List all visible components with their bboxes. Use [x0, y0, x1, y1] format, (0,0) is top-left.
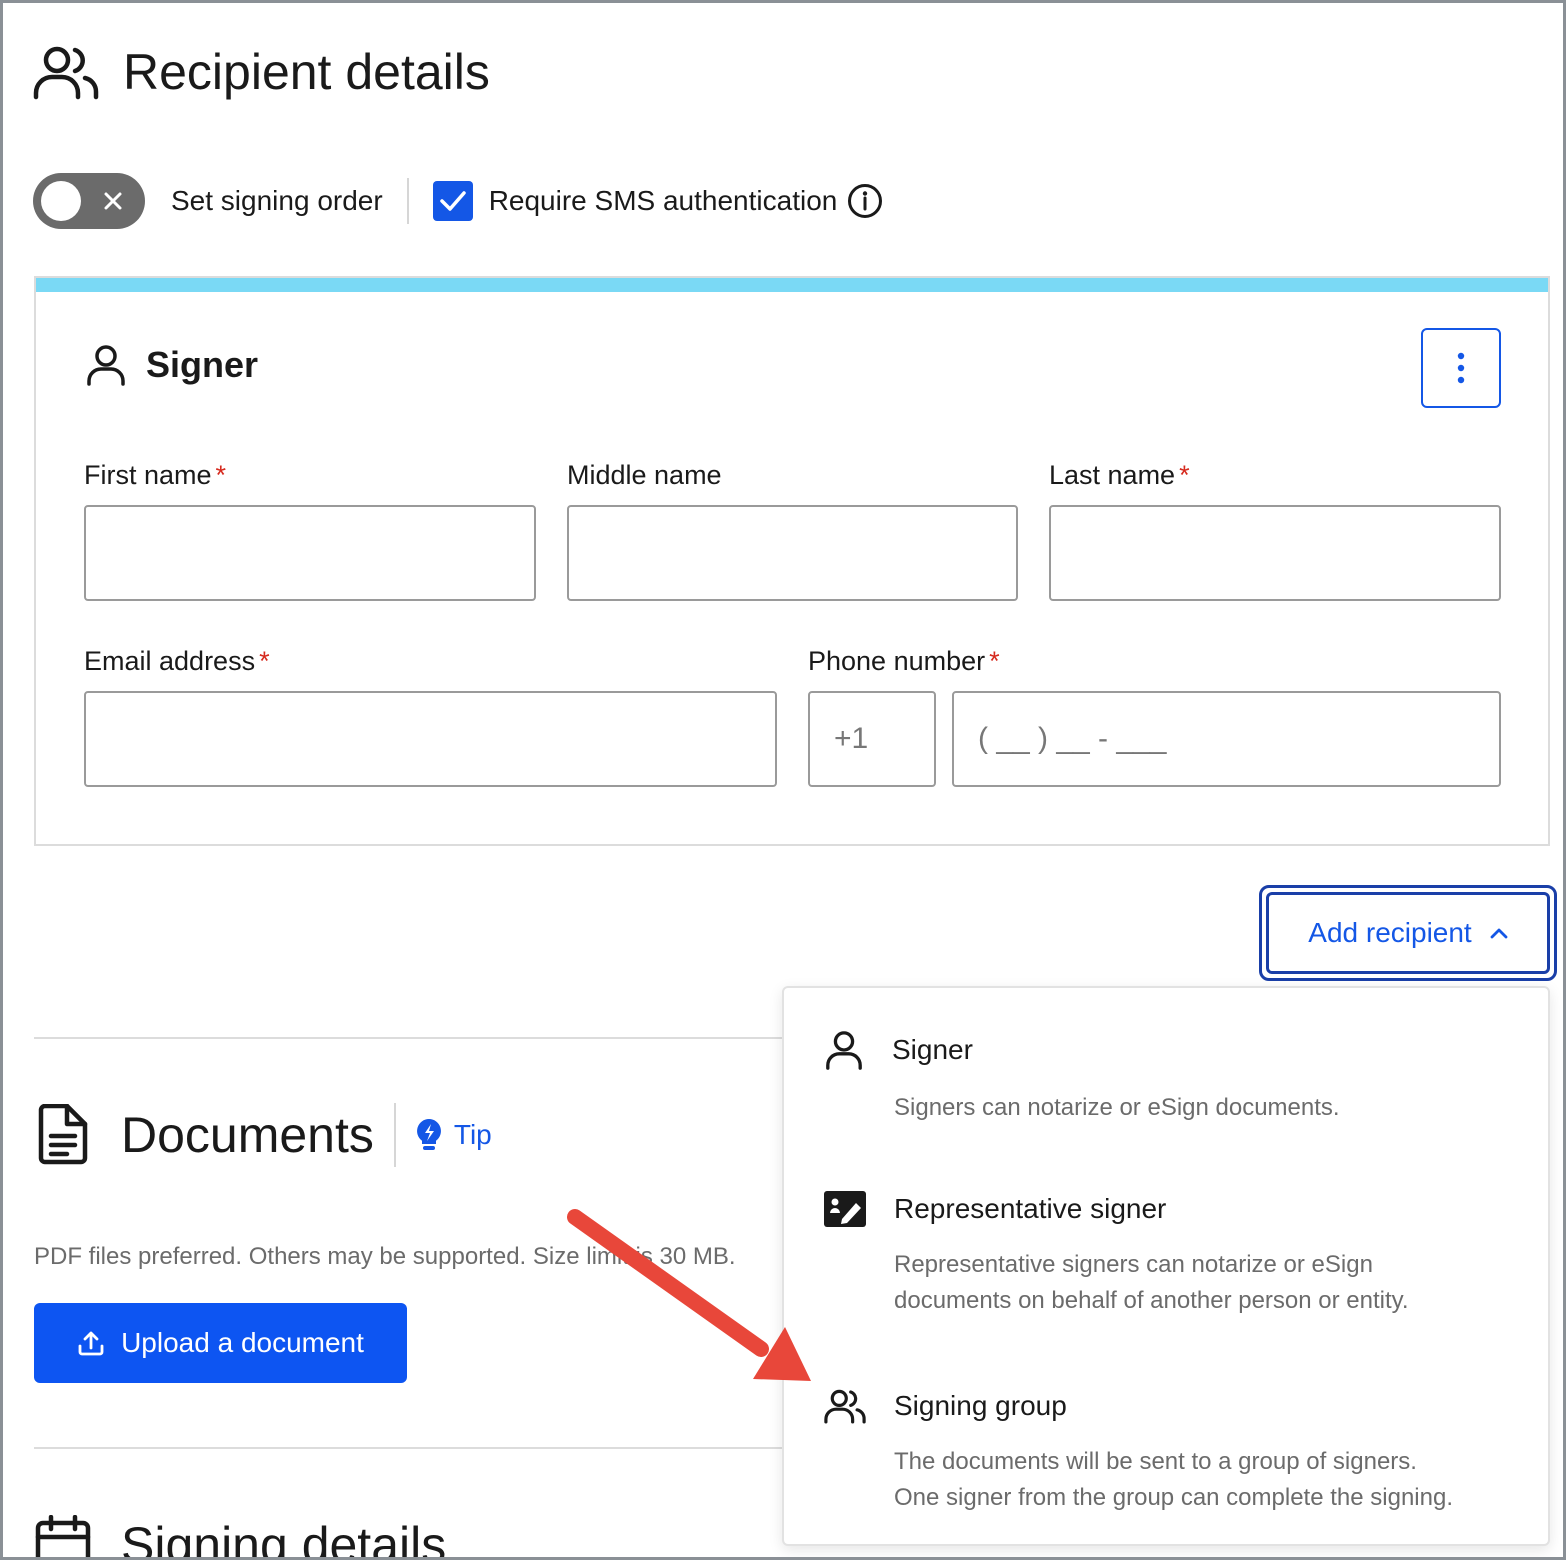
phone-label: Phone number * — [808, 646, 1000, 677]
country-code-input[interactable]: +1 — [808, 691, 936, 787]
phone-label-text: Phone number — [808, 646, 986, 676]
recipient-details-header: Recipient details — [33, 43, 490, 101]
menu-item-name: Signer — [892, 1034, 973, 1065]
description-line: One signer from the group can complete t… — [894, 1484, 1453, 1511]
add-recipient-focus-ring: Add recipient — [1259, 885, 1557, 981]
last-name-label-text: Last name — [1049, 460, 1176, 490]
documents-title: Documents — [121, 1107, 374, 1163]
menu-item-description: Representative signers can notarize or e… — [894, 1247, 1524, 1319]
first-name-label-text: First name — [84, 460, 212, 490]
section-divider — [34, 1037, 794, 1039]
signer-more-button[interactable] — [1421, 328, 1501, 408]
tip-label: Tip — [453, 1119, 492, 1150]
documents-divider — [393, 1103, 396, 1167]
add-recipient-label: Add recipient — [1308, 917, 1472, 948]
last-name-input[interactable] — [1049, 505, 1501, 601]
description-line: The documents will be sent to a group of… — [894, 1448, 1417, 1475]
middle-name-label: Middle name — [567, 460, 722, 491]
card-accent-bar — [36, 278, 1548, 292]
calendar-icon — [35, 1515, 91, 1557]
first-name-input[interactable] — [84, 505, 536, 601]
kebab-menu-icon — [1457, 352, 1465, 384]
person-icon — [87, 345, 125, 386]
documents-header: Documents Tip — [35, 1103, 492, 1167]
signer-title-text: Signer — [146, 344, 259, 385]
lightbulb-icon — [416, 1119, 441, 1150]
required-mark: * — [1179, 460, 1190, 490]
menu-item-description: Signers can notarize or eSign documents. — [894, 1090, 1524, 1126]
person-icon — [826, 1031, 862, 1070]
middle-name-input[interactable] — [567, 505, 1018, 601]
menu-item-description: The documents will be sent to a group of… — [894, 1444, 1524, 1516]
page-title: Recipient details — [123, 44, 490, 100]
checkmark-icon — [439, 191, 466, 211]
sms-auth-label: Require SMS authentication — [488, 185, 838, 216]
menu-item-signer[interactable]: Signer Signers can notarize or eSign doc… — [824, 1030, 1524, 1126]
id-card-pen-icon — [824, 1191, 866, 1227]
email-label-text: Email address — [84, 646, 256, 676]
upload-label: Upload a document — [121, 1327, 364, 1358]
chevron-up-icon — [1490, 928, 1508, 939]
document-icon — [38, 1104, 88, 1165]
toolbar-divider — [406, 178, 409, 224]
signer-card-title: Signer — [86, 344, 258, 386]
required-mark: * — [259, 646, 270, 676]
description-line: Representative signers can notarize or e… — [894, 1251, 1373, 1278]
description-line: Signers can notarize or eSign documents. — [894, 1094, 1340, 1121]
required-mark: * — [989, 646, 1000, 676]
menu-item-representative-signer[interactable]: Representative signer Representative sig… — [824, 1191, 1524, 1319]
upload-document-button[interactable]: Upload a document — [34, 1303, 407, 1383]
last-name-label: Last name * — [1049, 460, 1190, 491]
signing-details-header: Signing details — [35, 1515, 447, 1560]
signing-order-label: Set signing order — [171, 185, 383, 216]
sms-auth-checkbox[interactable] — [432, 181, 473, 221]
recipient-toolbar: Set signing order Require SMS authentica… — [33, 173, 883, 229]
info-icon[interactable] — [847, 183, 883, 219]
section-divider — [34, 1447, 794, 1449]
add-recipient-menu: Signer Signers can notarize or eSign doc… — [782, 986, 1550, 1546]
first-name-label: First name * — [84, 460, 226, 491]
menu-item-signing-group[interactable]: Signing group The documents will be sent… — [824, 1388, 1524, 1516]
add-recipient-button[interactable]: Add recipient — [1266, 892, 1550, 974]
toggle-knob — [41, 181, 81, 221]
people-group-icon — [824, 1389, 866, 1424]
email-label: Email address * — [84, 646, 270, 677]
tip-link[interactable]: Tip — [416, 1118, 492, 1152]
phone-number-input[interactable]: ( __ ) __ - ___ — [952, 691, 1501, 787]
description-line: documents on behalf of another person or… — [894, 1287, 1409, 1314]
signer-card: Signer First name * Middle name Last name… — [34, 276, 1550, 846]
middle-name-label-text: Middle name — [567, 460, 722, 490]
email-input[interactable] — [84, 691, 777, 787]
close-icon — [104, 192, 122, 210]
documents-hint: PDF files preferred. Others may be suppo… — [34, 1243, 736, 1270]
menu-item-name: Representative signer — [894, 1193, 1167, 1224]
people-icon — [33, 44, 99, 100]
signing-details-title: Signing details — [121, 1517, 447, 1560]
page-frame: Recipient details Set signing order Requ… — [0, 0, 1566, 1560]
required-mark: * — [215, 460, 227, 490]
upload-icon — [78, 1331, 104, 1356]
signing-order-toggle[interactable] — [33, 173, 145, 229]
menu-item-name: Signing group — [894, 1390, 1067, 1421]
